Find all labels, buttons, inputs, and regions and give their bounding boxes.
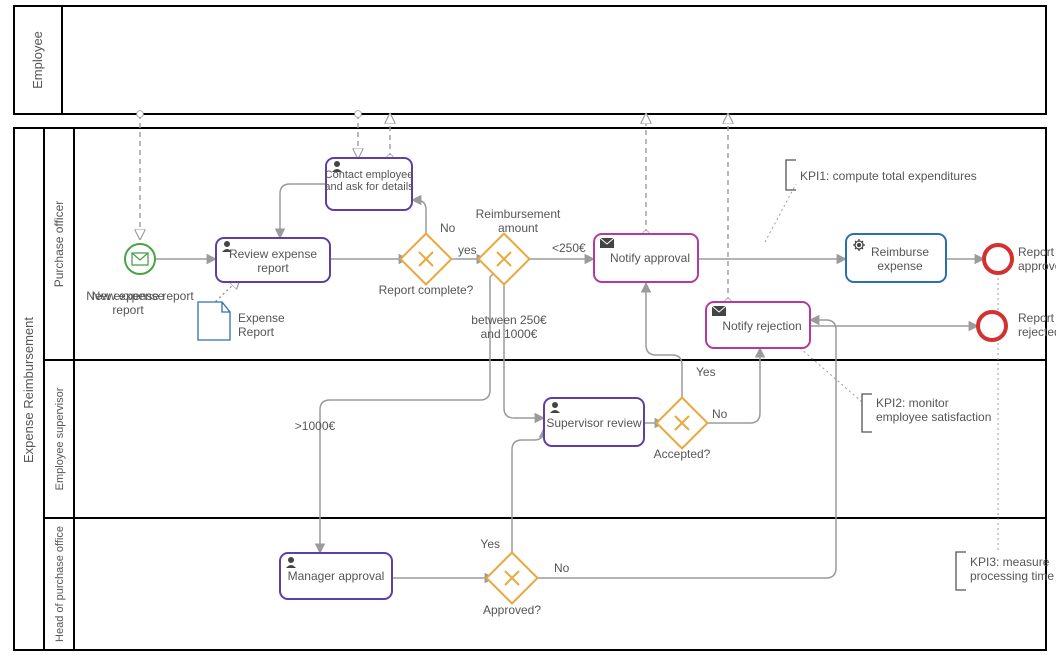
svg-text:between 250€and 1000€: between 250€and 1000€ — [471, 313, 547, 341]
lane-employee-supervisor-label: Employee supervisor — [54, 387, 66, 490]
task-notify-approval: Notify approval — [594, 234, 698, 282]
flow-no1-label: No — [440, 221, 456, 235]
svg-text:Reportapproved: Reportapproved — [1018, 245, 1056, 273]
gateway-approved-label: Approved? — [483, 603, 541, 617]
gateway-accepted-label: Accepted? — [654, 447, 711, 461]
bpmn-diagram: Employee Expense Reimbursement Purchase … — [0, 0, 1056, 664]
flow-lt250-label: <250€ — [552, 241, 586, 255]
flow-gt1000-label: >1000€ — [295, 419, 336, 433]
flow-no2-label: No — [712, 407, 728, 421]
task-notify-rejection-label: Notify rejection — [722, 319, 801, 333]
task-notify-rejection: Notify rejection — [706, 302, 810, 348]
envelope-icon — [712, 306, 726, 316]
flow-yes1-label: yes — [458, 243, 477, 257]
lane-head-of-purchase-label: Head of purchase office — [54, 526, 66, 642]
pool-employee: Employee — [14, 6, 1046, 114]
pool-employee-label: Employee — [30, 31, 45, 89]
gateway-report-complete-label: Report complete? — [379, 283, 474, 297]
svg-text:Contact employeeand ask for de: Contact employeeand ask for details — [324, 169, 414, 193]
flow-yes2-label: Yes — [696, 365, 716, 379]
svg-text:Reportrejected: Reportrejected — [1018, 311, 1056, 339]
kpi1-label: KPI1: compute total expenditures — [800, 169, 977, 183]
task-supervisor-review-label: Supervisor review — [546, 416, 642, 430]
task-supervisor-review: Supervisor review — [544, 398, 644, 446]
pool-expense-label: Expense Reimbursement — [21, 317, 36, 463]
task-manager-approval-label: Manager approval — [288, 569, 385, 583]
svg-text:KPI3: measureprocessing time: KPI3: measureprocessing time — [970, 555, 1054, 583]
svg-text:Reimburseexpense: Reimburseexpense — [871, 245, 929, 273]
task-manager-approval: Manager approval — [280, 553, 392, 599]
flow-no3-label: No — [554, 561, 570, 575]
envelope-icon — [600, 238, 614, 248]
lane-purchase-officer-label: Purchase officer — [52, 201, 66, 288]
flow-yes3-label: Yes — [480, 537, 500, 551]
task-notify-approval-label: Notify approval — [610, 251, 690, 265]
